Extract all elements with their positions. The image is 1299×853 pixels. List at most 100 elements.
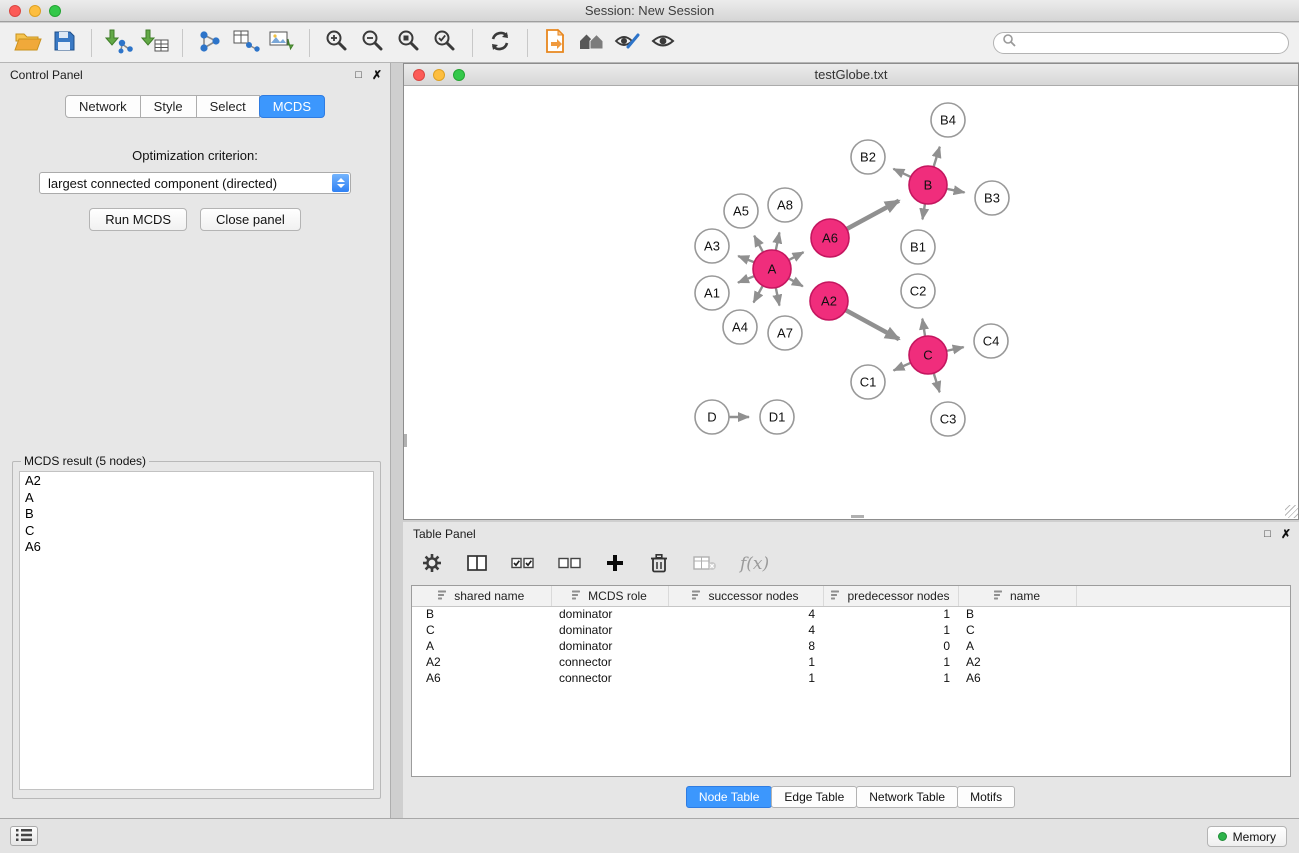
resize-grip[interactable] [1285, 505, 1298, 518]
zoom-in-button[interactable] [319, 27, 355, 59]
graph-edge-A-A5[interactable] [754, 236, 763, 253]
graph-edge-C-C1[interactable] [894, 363, 911, 371]
graph-node-label: B1 [910, 240, 926, 255]
graph-edge-A-A7[interactable] [776, 288, 780, 306]
graph-edge-B-B2[interactable] [893, 169, 910, 177]
save-session-button[interactable] [46, 27, 82, 59]
table-cell: A [958, 638, 1076, 654]
graph-edge-A-A4[interactable] [754, 286, 763, 303]
function-builder-button[interactable]: f(x) [740, 551, 769, 577]
home-view-button[interactable] [573, 27, 609, 59]
control-tab-select[interactable]: Select [196, 95, 260, 118]
graph-edge-A6-B[interactable] [847, 201, 899, 229]
network-from-table-button[interactable] [228, 27, 264, 59]
table-row[interactable]: A2connector11A2 [412, 654, 1290, 670]
graph-edge-C-C2[interactable] [922, 319, 925, 337]
close-panel-icon[interactable]: ✗ [372, 68, 382, 82]
table-row[interactable]: Adominator80A [412, 638, 1290, 654]
vertical-scrollbar[interactable] [404, 434, 407, 447]
table-options-button[interactable] [421, 551, 443, 577]
zoom-out-button[interactable] [355, 27, 391, 59]
mcds-result-item[interactable]: A6 [25, 539, 368, 556]
table-row[interactable]: A6connector11A6 [412, 670, 1290, 686]
mcds-result-item[interactable]: B [25, 506, 368, 523]
network-canvas[interactable]: AA1A2A3A4A5A6A7A8BB1B2B3B4CC1C2C3C4DD1 [404, 86, 1298, 518]
new-network-button[interactable] [192, 27, 228, 59]
birds-eye-button[interactable] [645, 27, 681, 59]
graph-edge-A-A6[interactable] [789, 252, 804, 260]
table-tab-node-table[interactable]: Node Table [686, 786, 773, 808]
show-columns-button[interactable] [466, 551, 488, 577]
graph-edge-A-A3[interactable] [738, 256, 754, 262]
task-history-button[interactable] [10, 826, 38, 846]
graph-edge-C-C3[interactable] [934, 373, 940, 392]
column-header-successor-nodes[interactable]: successor nodes [668, 586, 823, 606]
zoom-window-button[interactable] [49, 5, 61, 17]
import-table-button[interactable] [137, 27, 173, 59]
select-all-button[interactable] [511, 551, 535, 577]
memory-label: Memory [1233, 830, 1276, 844]
control-tab-network[interactable]: Network [65, 95, 141, 118]
graph-edge-B-B1[interactable] [922, 204, 925, 220]
mcds-result-list[interactable]: A2ABCA6 [19, 471, 374, 790]
control-tab-mcds[interactable]: MCDS [259, 95, 325, 118]
close-panel-button[interactable]: Close panel [200, 208, 301, 231]
search-box[interactable] [993, 32, 1289, 54]
sort-icon [572, 589, 583, 603]
zoom-selected-button[interactable] [427, 27, 463, 59]
graph-edge-A2-C[interactable] [846, 310, 899, 339]
toolbar-separator [527, 29, 528, 57]
graph-edge-A-A2[interactable] [789, 278, 803, 286]
memory-button[interactable]: Memory [1207, 826, 1287, 847]
node-table-container[interactable]: shared nameMCDS rolesuccessor nodesprede… [411, 585, 1291, 777]
minimize-window-button[interactable] [29, 5, 41, 17]
import-network-button[interactable] [101, 27, 137, 59]
delete-table-button[interactable] [693, 551, 717, 577]
float-panel-icon[interactable]: □ [355, 69, 362, 81]
table-cell: 1 [823, 670, 958, 686]
graph-edge-A-A1[interactable] [738, 276, 754, 283]
graph-edge-A-A8[interactable] [776, 232, 780, 250]
column-header-MCDS-role[interactable]: MCDS role [551, 586, 668, 606]
close-network-button[interactable] [413, 69, 425, 81]
table-tab-motifs[interactable]: Motifs [957, 786, 1015, 808]
mcds-result-item[interactable]: A [25, 490, 368, 507]
column-header-shared-name[interactable]: shared name [412, 586, 551, 606]
graph-edge-C-C4[interactable] [947, 347, 964, 351]
network-graph[interactable]: AA1A2A3A4A5A6A7A8BB1B2B3B4CC1C2C3C4DD1 [404, 86, 1298, 518]
export-image-button[interactable] [264, 27, 300, 59]
search-input[interactable] [1021, 35, 1280, 50]
close-table-panel-icon[interactable]: ✗ [1281, 527, 1291, 541]
float-table-panel-icon[interactable]: □ [1264, 528, 1271, 540]
optimization-select[interactable]: largest connected component (directed) [39, 172, 351, 194]
column-header-predecessor-nodes[interactable]: predecessor nodes [823, 586, 958, 606]
open-session-button[interactable] [10, 27, 46, 59]
mcds-result-item[interactable]: C [25, 523, 368, 540]
deselect-all-button[interactable] [558, 551, 582, 577]
apply-layout-button[interactable] [482, 27, 518, 59]
toolbar-separator [182, 29, 183, 57]
column-header-name[interactable]: name [958, 586, 1076, 606]
delete-column-button[interactable] [648, 551, 670, 577]
graph-edge-B-B3[interactable] [947, 189, 965, 193]
graphics-details-button[interactable] [609, 27, 645, 59]
run-mcds-button[interactable]: Run MCDS [89, 208, 187, 231]
add-column-button[interactable] [605, 551, 625, 577]
table-cell: 8 [668, 638, 823, 654]
table-row[interactable]: Bdominator41B [412, 606, 1290, 622]
mcds-result-item[interactable]: A2 [25, 473, 368, 490]
zoom-fit-button[interactable] [391, 27, 427, 59]
open-recent-button[interactable] [537, 27, 573, 59]
table-tab-edge-table[interactable]: Edge Table [771, 786, 857, 808]
close-window-button[interactable] [9, 5, 21, 17]
unchecked-boxes-icon [558, 554, 582, 575]
toolbar-separator [91, 29, 92, 57]
minimize-network-button[interactable] [433, 69, 445, 81]
network-window-title: testGlobe.txt [404, 67, 1298, 82]
control-tab-style[interactable]: Style [140, 95, 197, 118]
table-row[interactable]: Cdominator41C [412, 622, 1290, 638]
table-tab-network-table[interactable]: Network Table [856, 786, 958, 808]
zoom-network-button[interactable] [453, 69, 465, 81]
graph-edge-B-B4[interactable] [934, 147, 940, 167]
horizontal-scrollbar[interactable] [851, 515, 864, 518]
